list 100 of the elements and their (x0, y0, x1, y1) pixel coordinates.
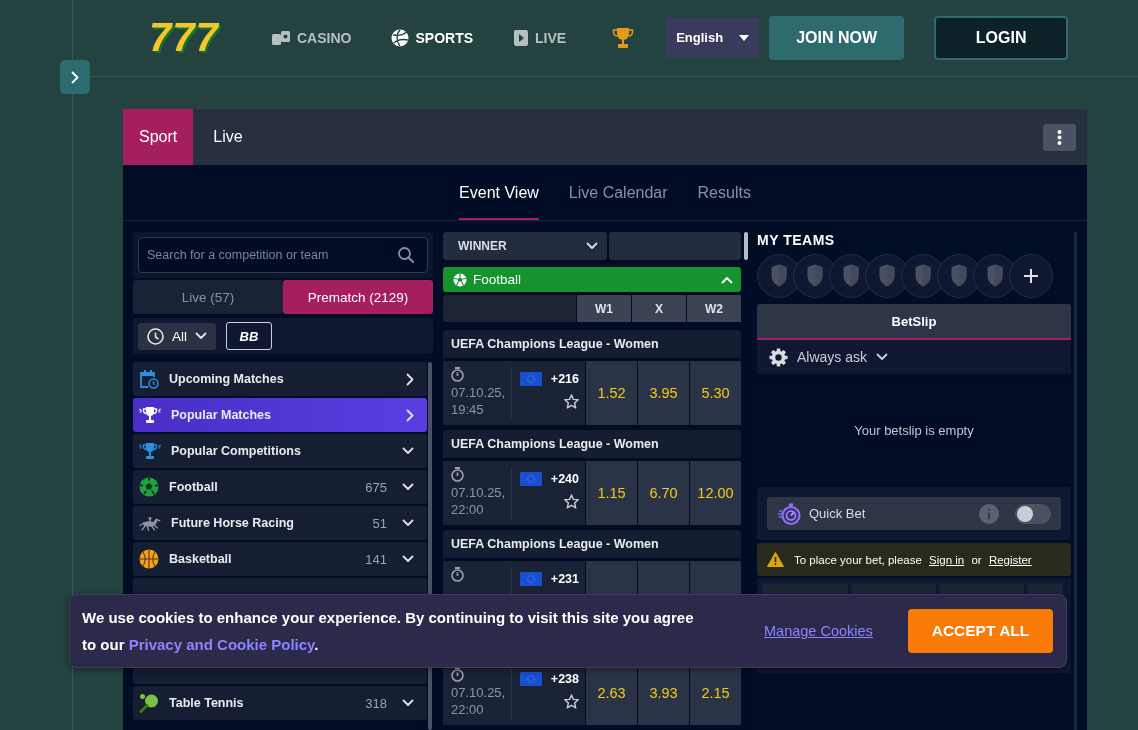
sign-in-link[interactable]: Sign in (929, 553, 965, 566)
login-button[interactable]: LOGIN (934, 15, 1069, 60)
odds-button[interactable]: 1.15 (586, 461, 637, 525)
chevron-down-icon (402, 447, 414, 455)
quick-bet-toggle[interactable] (1015, 503, 1051, 524)
betslip-tab[interactable]: BetSlip (757, 304, 1071, 340)
star-icon (564, 694, 579, 709)
sport-tab[interactable]: Sport (123, 109, 194, 165)
league-header[interactable]: UEFA Champions League - Women (443, 530, 741, 558)
sport-row[interactable]: Popular Competitions (133, 434, 427, 468)
chevron-right-icon (71, 70, 79, 84)
odds-button[interactable]: 5.30 (690, 361, 741, 425)
event-count: 141 (365, 551, 387, 567)
clock-icon (147, 327, 164, 345)
chevron-right-icon (406, 372, 414, 386)
stopwatch-icon (451, 367, 464, 382)
league-header[interactable]: UEFA Champions League - Women (443, 430, 741, 458)
sport-row[interactable]: Upcoming Matches (133, 362, 427, 396)
caret-down-icon (739, 34, 750, 41)
sport-name: Future Horse Racing (171, 516, 295, 530)
more-markets-count[interactable]: +240 (550, 472, 579, 486)
sidebar-toggle-button[interactable] (60, 60, 90, 94)
view-tab[interactable]: Event View (459, 165, 539, 220)
view-tab[interactable]: Results (697, 165, 751, 220)
language-select[interactable]: English (666, 17, 760, 58)
soccer-ball-icon (453, 272, 467, 287)
info-icon (979, 503, 999, 524)
register-link[interactable]: Register (988, 553, 1032, 566)
chevron-down-icon (402, 699, 414, 707)
chevron-down-icon (586, 242, 598, 250)
search-icon (398, 247, 414, 263)
volleyball-icon (391, 28, 410, 47)
select-field[interactable] (609, 232, 741, 260)
odds-button[interactable]: 3.95 (638, 361, 689, 425)
chevron-down-icon (402, 519, 414, 527)
chevron-down-icon (402, 483, 414, 491)
sport-row[interactable]: Football 675 (133, 470, 427, 504)
trophy-icon[interactable] (612, 26, 635, 49)
flag-icon (519, 572, 542, 586)
odds-mode-dropdown[interactable]: Always ask (757, 340, 1071, 374)
scrollbar-thumb[interactable] (744, 232, 748, 260)
basketball-icon (139, 549, 159, 569)
chevron-right-icon (406, 408, 414, 422)
market-select[interactable]: WINNER (443, 232, 607, 260)
event-count: 51 (372, 515, 387, 531)
logo[interactable]: 777 (149, 15, 225, 60)
add-icon[interactable] (1009, 254, 1053, 298)
nav-link[interactable]: SPORTS (391, 28, 474, 47)
odds-button[interactable]: 12.00 (690, 461, 741, 525)
odds-button[interactable]: 6.70 (638, 461, 689, 525)
sport-header[interactable]: Football (443, 267, 741, 292)
more-markets-count[interactable]: +231 (550, 572, 579, 586)
sport-name: Football (169, 480, 219, 494)
bet-builder-button[interactable]: BB (226, 322, 272, 350)
more-button[interactable] (1043, 123, 1076, 151)
match-start: 07.10.25, 19:45 (451, 384, 507, 418)
sport-name: Popular Competitions (171, 444, 302, 458)
event-count: 675 (365, 479, 387, 495)
sport-row[interactable]: Future Horse Racing 51 (133, 506, 427, 540)
trophy-icon (139, 442, 161, 460)
join-now-button[interactable]: JOIN NOW (769, 15, 905, 60)
search-field[interactable]: Search for a competition or team (138, 237, 428, 273)
time-filter-dropdown[interactable]: All (138, 322, 216, 350)
flag-icon (519, 372, 542, 386)
column-header: W2 (687, 295, 741, 322)
sport-name: Basketball (169, 552, 233, 566)
sport-row[interactable]: Table Tennis 318 (133, 686, 427, 720)
nav-link[interactable]: CASINO (271, 29, 352, 46)
mode-tab[interactable]: Live (57) (133, 280, 283, 314)
mode-tab[interactable]: Prematch (2129) (283, 280, 433, 314)
cards-icon (271, 29, 291, 46)
star-icon (564, 494, 579, 509)
privacy-policy-link[interactable]: Privacy and Cookie Policy (128, 636, 315, 653)
view-tab[interactable]: Live Calendar (568, 165, 668, 220)
chevron-down-icon (195, 332, 207, 340)
match-start: 07.10.25, 22:00 (451, 684, 507, 718)
chevron-down-icon (402, 555, 414, 563)
sport-row[interactable]: Basketball 141 (133, 542, 427, 576)
match-info-panel[interactable]: 07.10.25, 19:45 +216 (443, 361, 585, 425)
notice-text: To place your bet, please Sign in or Register (794, 553, 1033, 566)
stopwatch-icon (777, 502, 801, 525)
star-icon (564, 394, 579, 409)
more-markets-count[interactable]: +238 (550, 672, 579, 686)
sport-tab[interactable]: Live (193, 109, 263, 165)
manage-cookies-link[interactable]: Manage Cookies (764, 623, 873, 639)
stopwatch-icon (451, 467, 464, 482)
nav-link[interactable]: LIVE (513, 28, 567, 47)
more-markets-count[interactable]: +216 (550, 372, 579, 386)
match-info-panel[interactable]: 07.10.25, 22:00 +240 (443, 461, 585, 525)
play-card-icon (513, 28, 530, 47)
football-icon (139, 477, 159, 497)
chevron-down-icon (876, 353, 889, 361)
flag-icon (519, 472, 542, 486)
sport-name: Table Tennis (169, 696, 245, 710)
stopwatch-icon (451, 567, 464, 582)
odds-button[interactable]: 1.52 (586, 361, 637, 425)
empty-betslip-message: Your betslip is empty (854, 423, 974, 438)
flag-icon (519, 672, 542, 686)
league-header[interactable]: UEFA Champions League - Women (443, 330, 741, 358)
sport-row[interactable]: Popular Matches (133, 398, 427, 432)
